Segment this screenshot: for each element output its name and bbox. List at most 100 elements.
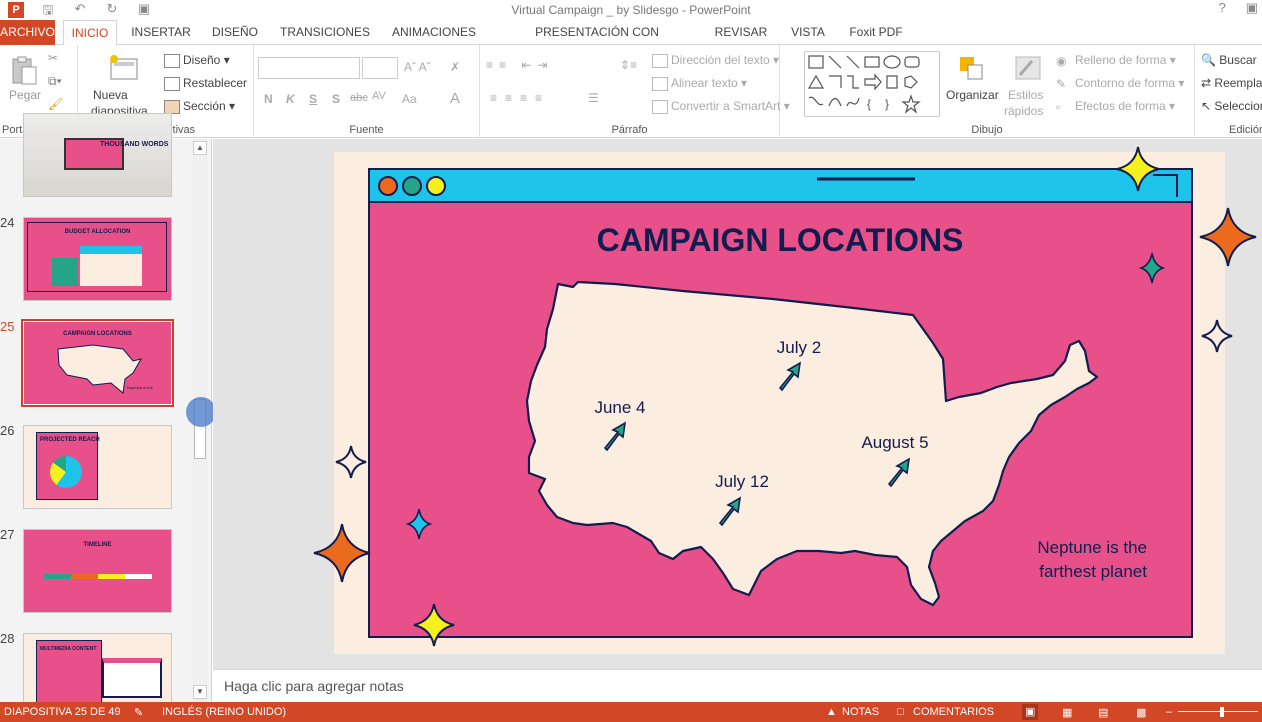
zoom-slider[interactable] <box>1178 711 1258 712</box>
group-label-paragraph: Párrafo <box>611 124 648 136</box>
slide-svg[interactable]: CAMPAIGN LOCATIONS July 2 June 4 August … <box>213 139 1262 669</box>
status-bar: DIAPOSITIVA 25 DE 49 ✎ INGLÉS (REINO UNI… <box>0 702 1262 722</box>
group-label-drawing: Dibujo <box>971 124 1003 136</box>
quick-styles-label-1[interactable]: Estilos <box>1008 88 1043 102</box>
quick-styles-icon[interactable] <box>1012 53 1044 85</box>
smartart-button[interactable]: Convertir a SmartArt <box>671 99 780 113</box>
align-text-button[interactable]: Alinear texto <box>671 76 738 90</box>
group-label-editing: Edición <box>1229 124 1262 136</box>
replace-button[interactable]: Reemplazar <box>1214 76 1262 90</box>
slide-title[interactable]: CAMPAIGN LOCATIONS <box>597 222 964 258</box>
tab-presentacion[interactable]: PRESENTACIÓN CON DIAPOSITIVAS <box>493 20 701 64</box>
caption-line-1[interactable]: Neptune is the <box>1037 538 1147 557</box>
slideshow-icon[interactable]: ▩ <box>1136 706 1146 719</box>
shape-fill-icon: ◉ <box>1056 53 1067 68</box>
paste-icon[interactable] <box>8 55 40 87</box>
group-drawing: {} Organizar Estilos rápidos ◉ Relleno de… <box>780 45 1195 138</box>
paste-button[interactable]: Pegar <box>9 88 41 102</box>
select-button[interactable]: Seleccionar <box>1214 99 1262 113</box>
thumbnail-slide-24[interactable]: BUDGET ALLOCATION <box>23 217 172 301</box>
notes-pane[interactable]: Haga clic para agregar notas <box>213 669 1262 702</box>
change-case-button[interactable]: Aa <box>402 92 417 106</box>
font-color-icon[interactable]: A <box>450 90 460 107</box>
reset-button[interactable]: Restablecer <box>183 76 247 90</box>
ribbon: Pegar ✂ ⧉▾ 🖌 Portapapeles Nueva diaposit… <box>0 45 1262 138</box>
new-slide-label-1[interactable]: Nueva <box>93 88 128 102</box>
zoom-slider-thumb[interactable] <box>1220 707 1224 717</box>
thumbnail-slide-26[interactable]: PROJECTED REACH <box>23 425 172 509</box>
caption-line-2[interactable]: farthest planet <box>1039 562 1147 581</box>
find-button[interactable]: Buscar <box>1219 53 1256 67</box>
italic-button[interactable]: K <box>286 92 295 106</box>
shape-effects-button[interactable]: Efectos de forma <box>1075 99 1166 113</box>
text-direction-button[interactable]: Dirección del texto <box>671 53 770 67</box>
clear-format-icon[interactable]: ✗ <box>450 60 460 74</box>
line-spacing-icon[interactable]: ⇕≡ <box>620 58 637 72</box>
thumbnail-number: 27 <box>0 527 15 542</box>
columns-icon[interactable]: ☰ <box>588 91 599 105</box>
notes-placeholder[interactable]: Haga clic para agregar notas <box>224 678 404 694</box>
thumbnail-pie <box>50 456 82 488</box>
shape-fill-button[interactable]: Relleno de forma <box>1075 53 1166 67</box>
comments-icon[interactable]: □ <box>897 706 904 718</box>
tab-revisar[interactable]: REVISAR <box>711 20 771 45</box>
scroll-down-icon[interactable]: ▼ <box>193 685 207 699</box>
notes-icon[interactable]: ▲ <box>826 706 837 718</box>
cut-icon[interactable]: ✂ <box>48 51 58 65</box>
tab-inicio[interactable]: INICIO <box>63 20 117 46</box>
tab-vista[interactable]: VISTA <box>783 20 833 45</box>
tab-insertar[interactable]: INSERTAR <box>127 20 195 45</box>
thumbnail-timeline <box>44 574 152 579</box>
scroll-up-icon[interactable]: ▲ <box>193 141 207 155</box>
help-icon[interactable]: ? <box>1218 0 1225 16</box>
language-indicator[interactable]: INGLÉS (REINO UNIDO) <box>162 706 286 718</box>
group-editing: 🔍 Buscar ⇄ Reemplazar ↖ Seleccionar Edic… <box>1195 45 1262 138</box>
thumbnail-table-col <box>52 258 78 286</box>
select-icon: ↖ <box>1201 99 1212 113</box>
thumbnail-slide-27[interactable]: TIMELINE <box>23 529 172 613</box>
new-slide-icon[interactable] <box>108 53 140 85</box>
grow-font-icon[interactable]: Aˆ Aˇ <box>404 60 431 74</box>
font-name-box[interactable] <box>258 57 360 79</box>
notes-button[interactable]: NOTAS <box>842 706 879 718</box>
reading-view-icon[interactable]: ▤ <box>1098 706 1108 719</box>
slide-counter: DIAPOSITIVA 25 DE 49 <box>4 706 121 718</box>
thumbnail-table <box>80 246 142 286</box>
tab-animaciones[interactable]: ANIMACIONES <box>385 20 483 45</box>
char-spacing-button[interactable]: AV <box>372 90 386 102</box>
shape-outline-button[interactable]: Contorno de forma <box>1075 76 1175 90</box>
alignment-buttons-icon[interactable]: ≡≡≡≡ <box>490 91 550 105</box>
thumbnail-slide-25-selected[interactable]: CAMPAIGN LOCATIONS Neptune is the <box>21 319 174 407</box>
location-label: August 5 <box>861 433 928 452</box>
layout-button[interactable]: Diseño <box>183 53 220 67</box>
section-button[interactable]: Sección <box>183 99 226 113</box>
underline-button[interactable]: S <box>309 92 317 106</box>
thumbnail-title: TIMELINE <box>83 542 112 548</box>
strikethrough-button[interactable]: abc <box>350 92 368 104</box>
slide-sorter-icon[interactable]: ▦ <box>1062 706 1072 719</box>
arrange-button[interactable]: Organizar <box>946 88 999 102</box>
quick-styles-label-2[interactable]: rápidos <box>1004 104 1043 118</box>
smartart-icon <box>652 99 668 114</box>
spellcheck-icon[interactable]: ✎ <box>134 706 143 719</box>
list-buttons-icon[interactable]: ≡≡ ⇤⇥ <box>486 58 553 72</box>
location-label: July 2 <box>777 338 821 357</box>
shadow-button[interactable]: S <box>332 92 340 106</box>
normal-view-icon[interactable]: ▣ <box>1022 704 1039 720</box>
font-size-box[interactable] <box>362 57 398 79</box>
bold-button[interactable]: N <box>264 92 273 106</box>
tab-transiciones[interactable]: TRANSICIONES <box>275 20 375 45</box>
comments-button[interactable]: COMENTARIOS <box>913 706 994 718</box>
reset-icon <box>164 76 180 91</box>
copy-icon[interactable]: ⧉▾ <box>48 74 62 89</box>
arrange-icon[interactable] <box>956 53 988 85</box>
window-title: Virtual Campaign _ by Slidesgo - PowerPo… <box>511 3 751 17</box>
tab-foxit-pdf[interactable]: Foxit PDF <box>843 20 909 45</box>
format-painter-icon[interactable]: 🖌 <box>48 97 63 111</box>
tab-diseno[interactable]: DISEÑO <box>205 20 265 45</box>
shapes-gallery[interactable]: {} <box>804 51 940 117</box>
restore-icon[interactable]: ▣ <box>1246 0 1258 16</box>
thumbnail-slide-23[interactable]: THOUSAND WORDS <box>23 113 172 197</box>
zoom-out-icon[interactable]: – <box>1166 706 1172 718</box>
tab-archivo[interactable]: ARCHIVO <box>0 20 55 45</box>
